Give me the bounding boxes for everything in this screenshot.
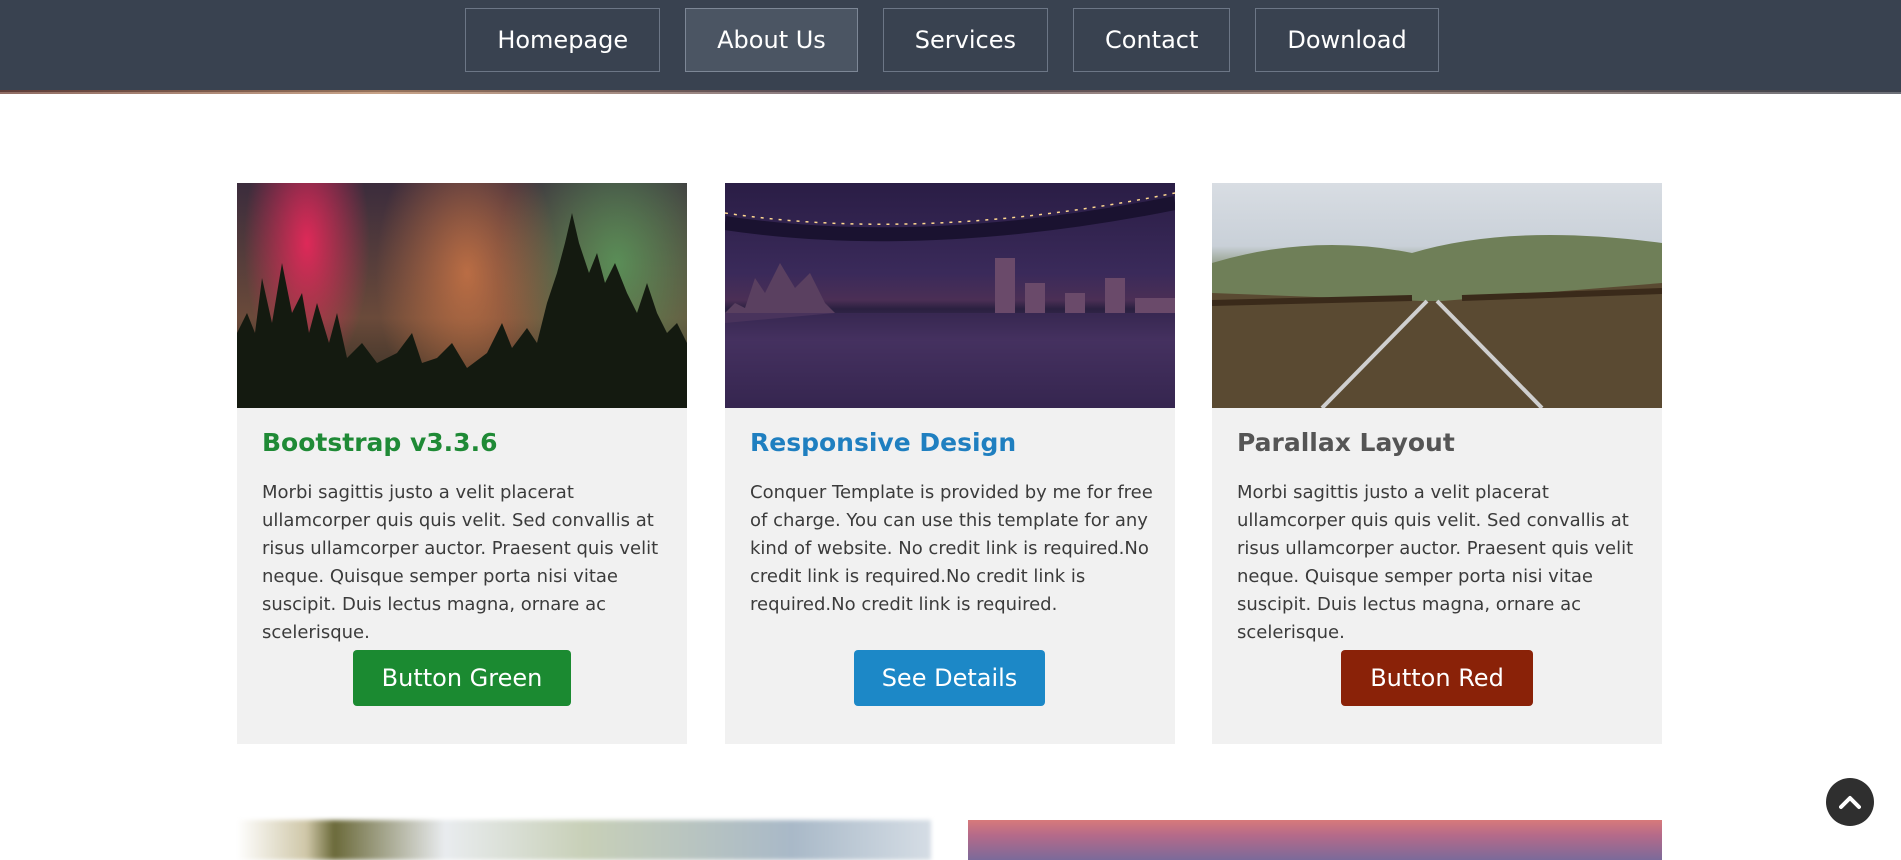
gallery-image-right: [968, 820, 1662, 860]
button-red[interactable]: Button Red: [1341, 650, 1533, 706]
back-to-top-button[interactable]: [1826, 778, 1874, 826]
card-title: Bootstrap v3.3.6: [262, 428, 498, 457]
nav-item-homepage[interactable]: Homepage: [465, 8, 661, 72]
nav-item-services[interactable]: Services: [882, 8, 1048, 72]
card-description: Conquer Template is provided by me for f…: [750, 482, 1153, 615]
card-title: Responsive Design: [750, 428, 1017, 457]
header-image-edge: [0, 90, 1901, 94]
card-description: Morbi sagittis justo a velit placerat ul…: [262, 482, 659, 643]
button-green[interactable]: Button Green: [353, 650, 571, 706]
card-description: Morbi sagittis justo a velit placerat ul…: [1237, 482, 1634, 643]
feature-card-responsive: Responsive Design Conquer Template is pr…: [725, 183, 1175, 744]
main-nav: Homepage About Us Services Contact Downl…: [0, 8, 1901, 72]
card-title: Parallax Layout: [1237, 428, 1455, 457]
nav-item-contact[interactable]: Contact: [1073, 8, 1231, 72]
railway-tracks: [1212, 235, 1662, 408]
railway-image: [1212, 183, 1662, 408]
gallery-image-left: [237, 820, 931, 860]
night-bridge-image: [725, 183, 1175, 408]
nav-item-download[interactable]: Download: [1255, 8, 1439, 72]
top-navbar: Homepage About Us Services Contact Downl…: [0, 0, 1901, 92]
nav-item-about-us[interactable]: About Us: [685, 8, 858, 72]
feature-card-bootstrap: Bootstrap v3.3.6 Morbi sagittis justo a …: [237, 183, 687, 744]
chevron-up-icon: [1839, 796, 1861, 809]
bridge-skyline: [725, 192, 1175, 408]
aurora-forest-image: [237, 183, 687, 408]
feature-card-parallax: Parallax Layout Morbi sagittis justo a v…: [1212, 183, 1662, 744]
tree-silhouettes: [237, 213, 687, 408]
see-details-button[interactable]: See Details: [854, 650, 1045, 706]
